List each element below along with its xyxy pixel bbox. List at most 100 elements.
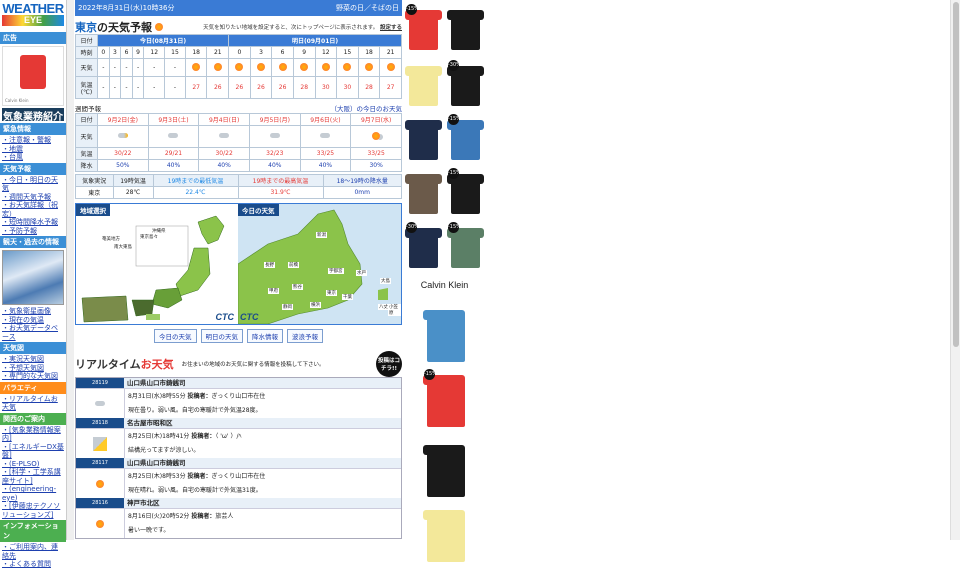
- post-text: 8月25日(木)8時53分 投稿者：ぎっくり山口市在住 現在晴れ。弱い風。自宅の寒…: [124, 469, 401, 498]
- kisho-title[interactable]: 気象業務紹介: [2, 108, 64, 123]
- forecast-header: 東京の天気予報 天気を知りたい地域を設定すると、次にトップページに表示されます。…: [75, 20, 402, 34]
- nav-link[interactable]: ・気象衛星画像: [0, 307, 66, 316]
- post-message: 結構光ってますが涼しい。: [128, 447, 200, 454]
- tshirt-ad[interactable]: [405, 168, 442, 218]
- tshirt-ad[interactable]: [405, 60, 442, 110]
- nav-link[interactable]: ・リアルタイムお天気: [0, 395, 66, 412]
- tshirt-image: [447, 120, 484, 160]
- forecast-button[interactable]: 波浪予報: [287, 329, 323, 343]
- nav-link[interactable]: ・ご利用案内、連絡先: [0, 543, 66, 560]
- tshirt-ad[interactable]: [405, 114, 442, 164]
- left-ad[interactable]: Calvin Klein: [2, 46, 64, 106]
- region-select-map[interactable]: 地域選択 沖縄県 奄美地方 東京島々 南大東島 CTC: [76, 204, 238, 324]
- obs-value: 31.9℃: [237, 186, 324, 199]
- hour-cell: 0: [228, 46, 251, 59]
- nav-link[interactable]: ・予想天気図: [0, 364, 66, 373]
- post-number: 28119: [76, 378, 124, 388]
- hour-cell: 18: [184, 46, 208, 59]
- forecast-button[interactable]: 降水情報: [247, 329, 283, 343]
- setting-link[interactable]: 設定する: [380, 25, 402, 31]
- nav-link[interactable]: ・よくある質問: [0, 560, 66, 569]
- tshirt-ad[interactable]: -15%: [447, 222, 484, 272]
- nav-link[interactable]: ・[科学・工学系講座サイト]: [0, 468, 66, 485]
- tshirt-ad[interactable]: -15%: [447, 114, 484, 164]
- nav-link[interactable]: ・現在の気温: [0, 316, 66, 325]
- tshirt-image: [405, 228, 442, 268]
- nav-link[interactable]: ・台風: [0, 153, 66, 162]
- tshirt-ad[interactable]: [423, 504, 470, 566]
- weekly-weather: [350, 125, 402, 148]
- today-weather-map[interactable]: 今日の天気 新潟 長野 前橋 宇都宮 水戸 甲府 熊谷 東京 横浜 千葉 静岡 大島 八丈島 小笠原 CT…: [238, 204, 401, 324]
- sun-icon: [192, 62, 201, 71]
- sun-icon: [256, 62, 265, 71]
- post-time: 8月31日(水)8時55分: [128, 393, 188, 400]
- scrollbar-thumb[interactable]: [953, 2, 959, 347]
- nav-section-header: 観天・過去の情報: [0, 236, 66, 248]
- weekly-date: 9月7日(水): [350, 113, 402, 126]
- hour-cell: 9: [292, 46, 316, 59]
- weather-cell: [184, 58, 208, 77]
- obs-value: 東京: [75, 186, 114, 199]
- tshirt-ad[interactable]: -30%: [447, 60, 484, 110]
- calvin-klein-logo[interactable]: Calvin Klein: [407, 280, 482, 290]
- weekly-weather: [299, 125, 352, 148]
- tshirt-ad[interactable]: -15%: [423, 369, 470, 431]
- nav-section-header: 天気図: [0, 342, 66, 354]
- forecast-button[interactable]: 今日の天気: [154, 329, 197, 343]
- hour-cell: 21: [206, 46, 230, 59]
- map-region-label[interactable]: 東京島々: [140, 234, 158, 240]
- weekly-weather: [97, 125, 149, 148]
- nav-link[interactable]: ・[伊藤忠テクノソリューションズ]: [0, 502, 66, 519]
- nav-link[interactable]: ・[エネルギーDX基盤]: [0, 443, 66, 460]
- weekly-temp: 30/22: [97, 147, 149, 160]
- right-ad-area[interactable]: -15% -30% -15% -15% -30% -15% -15%: [404, 0, 486, 562]
- weather-cell: [271, 58, 294, 77]
- weekly-temp: 32/23: [248, 147, 301, 160]
- tshirt-image: [423, 375, 465, 427]
- nav-link[interactable]: ・短時間降水予報: [0, 218, 66, 227]
- nav-link[interactable]: ・専門的な天気図: [0, 372, 66, 381]
- satellite-image[interactable]: [2, 250, 64, 305]
- temp-cell: -: [120, 76, 133, 99]
- forecast-button[interactable]: 明日の天気: [200, 329, 243, 343]
- ctc-logo-left: CTC: [215, 312, 235, 322]
- nav-link[interactable]: ・予防予報: [0, 227, 66, 236]
- page-scrollbar[interactable]: [950, 0, 960, 540]
- weekly-rain: 50%: [97, 159, 149, 172]
- left-frame-scrollbar[interactable]: [66, 0, 74, 540]
- weather-cell: [357, 58, 381, 77]
- map-region-label[interactable]: 南大東島: [114, 244, 132, 250]
- tshirt-ad[interactable]: [423, 439, 470, 501]
- nav-link[interactable]: ・(engineering-eye): [0, 485, 66, 502]
- cloud-icon: [269, 133, 280, 138]
- nav-link[interactable]: ・週間天気予報: [0, 193, 66, 202]
- realtime-desc: お住まいの地域のお天気に関する情報を投稿して下さい。: [181, 362, 325, 368]
- nav-link[interactable]: ・実況天気図: [0, 355, 66, 364]
- weather-eye-logo[interactable]: WEATHER EYE: [2, 2, 64, 30]
- japan-map[interactable]: [76, 204, 238, 324]
- nav-link[interactable]: ・地震: [0, 145, 66, 154]
- sun-icon: [96, 519, 104, 528]
- cloud-icon: [320, 133, 331, 138]
- nav-link[interactable]: ・お天気データベース: [0, 324, 66, 341]
- region-link[interactable]: （大阪）の今日のお天気: [331, 103, 403, 113]
- tshirt-image: [405, 66, 442, 106]
- nav-link[interactable]: ・注意報・警報: [0, 136, 66, 145]
- tshirt-ad[interactable]: -15%: [405, 4, 442, 54]
- map-region-label[interactable]: 奄美地方: [102, 236, 120, 242]
- tshirt-ad[interactable]: -15%: [447, 168, 484, 218]
- nav-link[interactable]: ・(E-PLSO): [0, 460, 66, 469]
- temp-cell: -: [143, 76, 166, 99]
- tshirt-ad[interactable]: [447, 4, 484, 54]
- map-city-label: 大島: [380, 278, 391, 284]
- weekly-date: 9月4日(日): [198, 113, 250, 126]
- nav-link[interactable]: ・お天気詳報（祝宏）: [0, 201, 66, 218]
- map-city-label: 新潟: [316, 232, 327, 238]
- nav-link[interactable]: ・今日・明日の天気: [0, 176, 66, 193]
- discount-badge: -15%: [424, 369, 437, 380]
- post-here-button[interactable]: 投稿はコチラ!!: [376, 351, 402, 377]
- post-header: 28118 名古屋市昭和区: [76, 418, 401, 428]
- tshirt-ad[interactable]: -30%: [405, 222, 442, 272]
- nav-link[interactable]: ・[気象業務情報案内]: [0, 426, 66, 443]
- tshirt-ad[interactable]: [423, 304, 470, 366]
